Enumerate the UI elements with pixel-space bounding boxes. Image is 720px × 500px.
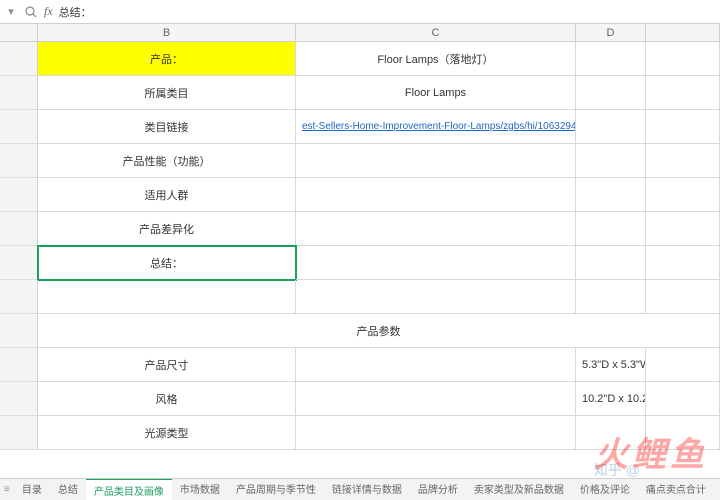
cell[interactable]: 产品尺寸 xyxy=(38,348,296,382)
fx-label[interactable]: fx xyxy=(44,4,53,19)
cell[interactable] xyxy=(576,42,646,76)
spreadsheet-grid[interactable]: BCD 产品：Floor Lamps（落地灯）所属类目Floor Lamps类目链… xyxy=(0,24,720,450)
cell[interactable] xyxy=(646,144,720,178)
row-header[interactable] xyxy=(0,348,38,382)
dropdown-icon[interactable]: ▾ xyxy=(4,5,18,19)
sheet-tabs: ≡ 目录总结产品类目及画像市场数据产品周期与季节性链接详情与数据品牌分析卖家类型… xyxy=(0,478,720,500)
formula-bar: ▾ fx 总结： xyxy=(0,0,720,24)
cell[interactable]: 10.2"D x 10.2"W x 63"H xyxy=(576,382,646,416)
cell[interactable]: 产品差异化 xyxy=(38,212,296,246)
cell[interactable] xyxy=(576,144,646,178)
sheet-tab[interactable]: 产品周期与季节性 xyxy=(228,478,324,500)
cell[interactable] xyxy=(646,382,720,416)
cell[interactable] xyxy=(646,212,720,246)
search-icon[interactable] xyxy=(24,5,38,19)
cell[interactable] xyxy=(296,280,576,314)
row-header[interactable] xyxy=(0,144,38,178)
column-header[interactable]: C xyxy=(296,24,576,42)
cell[interactable]: 总结： xyxy=(38,246,296,280)
cell[interactable] xyxy=(38,280,296,314)
corner-header[interactable] xyxy=(0,24,38,42)
cell[interactable]: 适用人群 xyxy=(38,178,296,212)
cell[interactable] xyxy=(296,178,576,212)
cell[interactable] xyxy=(576,280,646,314)
row-header[interactable] xyxy=(0,212,38,246)
row-header[interactable] xyxy=(0,110,38,144)
cell[interactable]: Floor Lamps xyxy=(296,76,576,110)
cell[interactable] xyxy=(646,42,720,76)
row-header[interactable] xyxy=(0,416,38,450)
cell[interactable] xyxy=(646,416,720,450)
row-header[interactable] xyxy=(0,382,38,416)
row-header[interactable] xyxy=(0,314,38,348)
formula-value[interactable]: 总结： xyxy=(59,4,716,20)
cell[interactable] xyxy=(646,246,720,280)
sheet-tab[interactable]: 卖家类型及新品数据 xyxy=(466,478,572,500)
sheet-tab[interactable]: 痛点卖点合计 xyxy=(638,478,714,500)
cell[interactable]: 产品： xyxy=(38,42,296,76)
cell[interactable] xyxy=(576,76,646,110)
cell[interactable] xyxy=(646,76,720,110)
cell[interactable] xyxy=(296,246,576,280)
cell[interactable]: 光源类型 xyxy=(38,416,296,450)
cell[interactable] xyxy=(296,348,576,382)
cell[interactable] xyxy=(576,178,646,212)
row-header[interactable] xyxy=(0,76,38,110)
sheet-tab[interactable]: 价格及评论 xyxy=(572,478,638,500)
column-header[interactable]: D xyxy=(576,24,646,42)
tabs-nav[interactable]: ≡ xyxy=(0,484,14,495)
sheet-tab[interactable]: 链接详情与数据 xyxy=(324,478,410,500)
cell[interactable]: Floor Lamps（落地灯） xyxy=(296,42,576,76)
watermark-small: 知乎 @ xyxy=(594,460,640,480)
sheet-tab[interactable]: 竞品分… xyxy=(714,478,720,500)
cell[interactable] xyxy=(646,110,720,144)
cell[interactable]: 所属类目 xyxy=(38,76,296,110)
sheet-tab[interactable]: 总结 xyxy=(50,478,86,500)
cell[interactable] xyxy=(296,144,576,178)
sheet-tab[interactable]: 市场数据 xyxy=(172,478,228,500)
cell[interactable] xyxy=(296,212,576,246)
cell[interactable] xyxy=(646,348,720,382)
cell[interactable] xyxy=(576,212,646,246)
cell[interactable] xyxy=(296,416,576,450)
cell[interactable]: est-Sellers-Home-Improvement-Floor-Lamps… xyxy=(296,110,576,144)
cell[interactable] xyxy=(646,280,720,314)
column-header[interactable] xyxy=(646,24,720,42)
column-header[interactable]: B xyxy=(38,24,296,42)
merged-cell[interactable]: 产品参数 xyxy=(38,314,720,348)
tab-first-icon[interactable]: ≡ xyxy=(4,484,10,495)
cell[interactable]: 类目链接 xyxy=(38,110,296,144)
row-header[interactable] xyxy=(0,280,38,314)
cell[interactable]: 风格 xyxy=(38,382,296,416)
cell[interactable] xyxy=(576,246,646,280)
cell[interactable]: 5.3"D x 5.3"W x 57"H xyxy=(576,348,646,382)
sheet-tab[interactable]: 产品类目及画像 xyxy=(86,478,172,500)
sheet-tab[interactable]: 品牌分析 xyxy=(410,478,466,500)
row-header[interactable] xyxy=(0,178,38,212)
row-header[interactable] xyxy=(0,246,38,280)
cell[interactable] xyxy=(576,416,646,450)
cell[interactable]: 产品性能（功能） xyxy=(38,144,296,178)
sheet-tab[interactable]: 目录 xyxy=(14,478,50,500)
cell[interactable] xyxy=(296,382,576,416)
cell[interactable] xyxy=(646,178,720,212)
cell[interactable] xyxy=(576,110,646,144)
row-header[interactable] xyxy=(0,42,38,76)
